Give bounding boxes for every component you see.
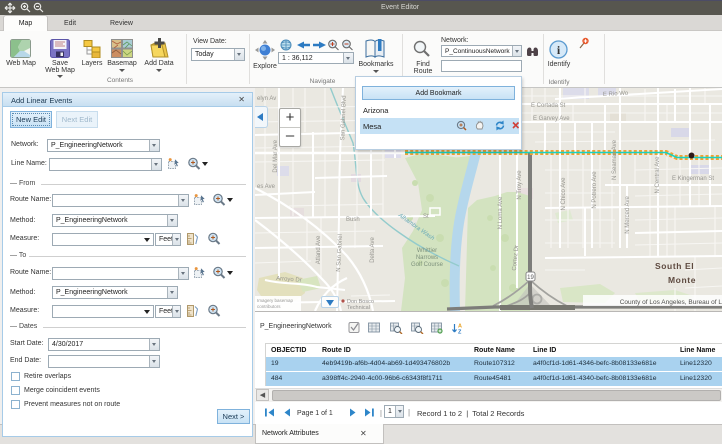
svg-text:N Potrero Ave: N Potrero Ave <box>592 171 598 209</box>
svg-text:Delta Ave: Delta Ave <box>370 237 376 263</box>
svg-text:Monte: Monte <box>668 275 696 285</box>
svg-text:Golf Course: Golf Course <box>411 262 444 268</box>
svg-text:N Loma Ave: N Loma Ave <box>498 196 504 229</box>
svg-text:E Kingerman St: E Kingerman St <box>672 176 714 182</box>
svg-text:contributors: contributors <box>257 304 281 309</box>
svg-text:N Merced Ave: N Merced Ave <box>625 196 631 234</box>
svg-text:Z: Z <box>458 330 462 335</box>
svg-text:E Garvey Ave: E Garvey Ave <box>533 116 570 122</box>
svg-text:N Chico Ave: N Chico Ave <box>561 177 567 211</box>
svg-text:Whittier: Whittier <box>417 248 437 254</box>
svg-text:N Seaman Ave: N Seaman Ave <box>612 139 618 180</box>
svg-text:19: 19 <box>527 275 534 281</box>
svg-text:Bush: Bush <box>346 217 360 223</box>
svg-text:elyn Av: elyn Av <box>257 96 276 102</box>
svg-text:E Cortada St: E Cortada St <box>531 103 566 109</box>
svg-text:N Central Ave: N Central Ave <box>655 156 661 194</box>
svg-text:Narrows: Narrows <box>416 255 438 261</box>
svg-text:|: | <box>380 409 382 418</box>
svg-text:es Ave: es Ave <box>257 184 276 190</box>
svg-text:N Troy Ave: N Troy Ave <box>517 170 523 200</box>
svg-text:Atland Ave: Atland Ave <box>316 235 322 264</box>
svg-text:St: St <box>423 214 429 220</box>
svg-text:South El: South El <box>655 261 694 271</box>
svg-text:Page 1 of 1: Page 1 of 1 <box>297 410 333 417</box>
svg-text:Imagery basemap: Imagery basemap <box>257 298 294 303</box>
svg-text:County of Los Angeles, Bureau: County of Los Angeles, Bureau of L <box>620 299 722 306</box>
